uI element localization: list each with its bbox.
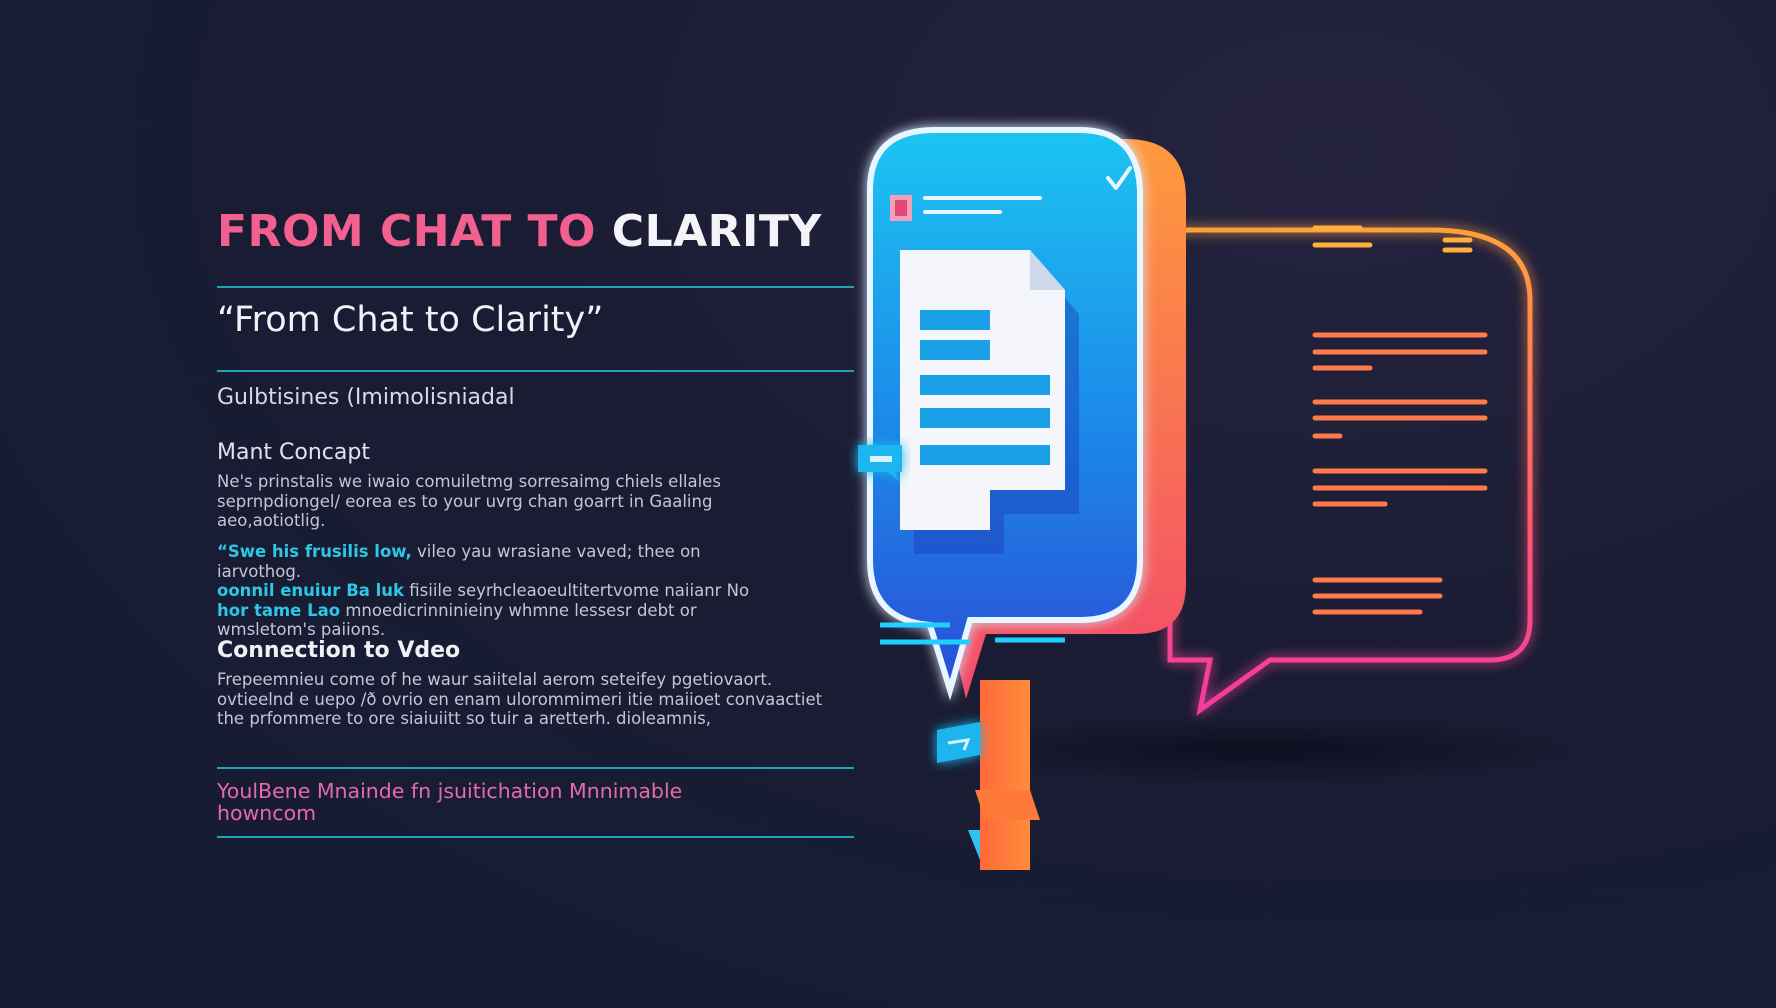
divider-3 — [217, 767, 854, 769]
chat-bubble-document-icon — [867, 127, 1143, 701]
footer-line-1: YoulBene Mnainde fn jsuitichation Mnnima… — [217, 779, 683, 803]
title-pink-part: FROM CHAT TO — [217, 206, 596, 257]
document-icon — [900, 250, 1079, 554]
main-concept-heading: Mant Concapt — [217, 440, 370, 465]
highlight-lead-2: oonnil enuiur Ba luk — [217, 581, 405, 600]
highlight-lead-3: hor tame Lao — [217, 600, 341, 620]
title-white-part: CLARITY — [611, 206, 822, 257]
highlight-paragraph: “Swe his frusilis low, vileo yau wrasian… — [217, 542, 777, 640]
quote-heading: “From Chat to Clarity” — [217, 300, 604, 340]
outline-chat-bubble-icon — [1167, 225, 1533, 716]
footer-line-2: howncom — [217, 801, 317, 825]
highlight-rest-2: fisiile seyrhcleaoeultitertvome naiianr … — [404, 581, 750, 600]
page-title: FROM CHAT TO CLARITY — [217, 206, 822, 257]
outline-bubble-lines — [1312, 225, 1488, 615]
footer-text: YoulBene Mnainde fn jsuitichation Mnnima… — [217, 780, 837, 824]
subtitle: Gulbtisines (Imimolisniadal — [217, 385, 515, 410]
main-concept-body: Ne's prinstalis we iwaio comuiletmg sorr… — [217, 472, 721, 530]
divider-2 — [217, 370, 854, 372]
bubble-stand — [968, 680, 1040, 870]
chat-illustration — [858, 127, 1590, 870]
divider-4 — [217, 836, 854, 838]
highlight-lead-1: “Swe his frusilis low, — [217, 542, 412, 561]
connection-heading: Connection to Vdeo — [217, 638, 461, 663]
divider-1 — [217, 286, 854, 288]
connection-body: Frepeemnieu come of he waur saiitelal ae… — [217, 670, 823, 728]
